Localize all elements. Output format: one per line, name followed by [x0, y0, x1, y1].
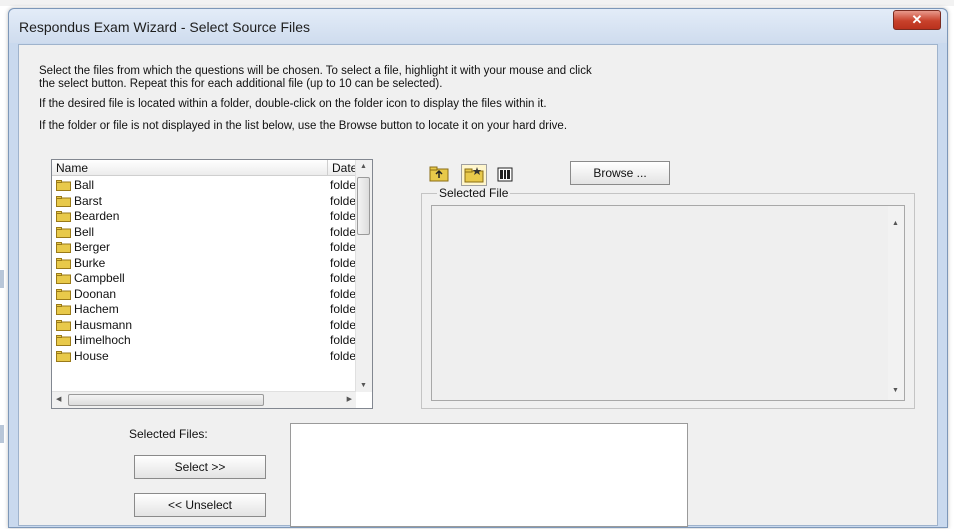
list-item[interactable]: Barst folder	[52, 193, 360, 209]
file-list-horizontal-scrollbar[interactable]: ◀ ▶	[52, 391, 356, 408]
horizontal-scroll-thumb[interactable]	[68, 394, 264, 406]
selected-files-list[interactable]	[290, 423, 688, 527]
scroll-right-arrow-icon[interactable]: ▶	[347, 395, 352, 403]
folder-icon	[56, 211, 71, 222]
dialog-client-area: Select the files from which the question…	[18, 44, 938, 527]
vertical-scroll-thumb[interactable]	[357, 177, 370, 235]
file-name: House	[74, 348, 109, 363]
scroll-up-arrow-icon[interactable]: ▲	[892, 220, 899, 227]
details-view-button[interactable]	[493, 164, 519, 186]
folder-icon	[56, 195, 71, 207]
scroll-up-arrow-icon[interactable]: ▲	[360, 163, 367, 170]
file-list-vertical-scrollbar[interactable]: ▲ ▼	[355, 160, 372, 392]
dialog-window: Respondus Exam Wizard - Select Source Fi…	[8, 8, 948, 528]
file-name: Doonan	[74, 286, 117, 301]
list-item[interactable]: Himelhoch folder	[52, 333, 360, 348]
instruction-line-4: If the folder or file is not displayed i…	[39, 120, 568, 132]
folder-icon	[56, 319, 71, 331]
file-name: Bearden	[74, 209, 120, 223]
list-item[interactable]: Burke folder	[52, 255, 360, 271]
list-item[interactable]: Doonan folder	[52, 286, 360, 302]
file-name: Berger	[74, 240, 111, 254]
folder-icon	[56, 257, 71, 269]
list-item[interactable]: Campbell folder	[52, 271, 360, 286]
new-folder-icon	[464, 167, 484, 183]
page-edge-mark	[0, 425, 4, 443]
file-name: Hausmann	[74, 317, 133, 332]
unselect-button[interactable]: << Unselect	[134, 493, 266, 517]
page-background	[0, 0, 954, 6]
scroll-down-arrow-icon[interactable]: ▼	[892, 387, 899, 394]
folder-up-icon	[429, 166, 449, 182]
folder-icon	[56, 226, 71, 238]
folder-up-button[interactable]	[427, 164, 453, 186]
file-name: Hachem	[74, 302, 119, 316]
list-item[interactable]: Hachem folder	[52, 302, 360, 317]
column-header-date[interactable]: Date	[328, 160, 358, 176]
file-list[interactable]: Name Date Ball folder Barst folder Bearden fo…	[51, 159, 373, 409]
close-button[interactable]: ✕	[893, 10, 941, 30]
folder-icon	[56, 288, 71, 300]
scroll-down-arrow-icon[interactable]: ▼	[360, 382, 367, 389]
column-header-name[interactable]: Name	[52, 160, 328, 176]
file-name: Ball	[74, 178, 95, 192]
title-bar[interactable]: Respondus Exam Wizard - Select Source Fi…	[9, 9, 947, 43]
file-name: Himelhoch	[74, 333, 131, 347]
list-item[interactable]: Ball folder	[52, 178, 360, 193]
folder-icon	[56, 180, 71, 191]
preview-vertical-scrollbar[interactable]: ▲ ▼	[888, 206, 904, 400]
selected-file-preview[interactable]: ▲ ▼	[431, 205, 905, 401]
new-folder-button[interactable]	[461, 164, 487, 186]
list-item[interactable]: Bell folder	[52, 224, 360, 240]
file-name: Barst	[74, 193, 103, 208]
page-edge-mark	[0, 270, 4, 288]
folder-icon	[56, 350, 71, 362]
selected-files-label: Selected Files:	[129, 427, 208, 441]
file-name: Burke	[74, 255, 106, 270]
list-item[interactable]: Berger folder	[52, 240, 360, 255]
scroll-left-arrow-icon[interactable]: ◀	[56, 395, 61, 403]
window-title: Respondus Exam Wizard - Select Source Fi…	[19, 19, 310, 35]
selected-file-label: Selected File	[437, 186, 511, 200]
details-view-icon	[497, 167, 513, 182]
file-name: Bell	[74, 224, 95, 239]
list-item[interactable]: House folder	[52, 348, 360, 364]
select-button[interactable]: Select >>	[134, 455, 266, 479]
instruction-line-2: the select button. Repeat this for each …	[39, 78, 443, 90]
file-name: Campbell	[74, 271, 125, 285]
instruction-line-1: Select the files from which the question…	[39, 65, 592, 77]
instruction-line-3: If the desired file is located within a …	[39, 98, 547, 110]
folder-icon	[56, 273, 71, 284]
list-item[interactable]: Hausmann folder	[52, 317, 360, 333]
folder-icon	[56, 304, 71, 315]
browse-button[interactable]: Browse ...	[570, 161, 670, 185]
folder-icon	[56, 335, 71, 346]
folder-icon	[56, 242, 71, 253]
close-icon: ✕	[911, 12, 923, 27]
list-item[interactable]: Bearden folder	[52, 209, 360, 224]
